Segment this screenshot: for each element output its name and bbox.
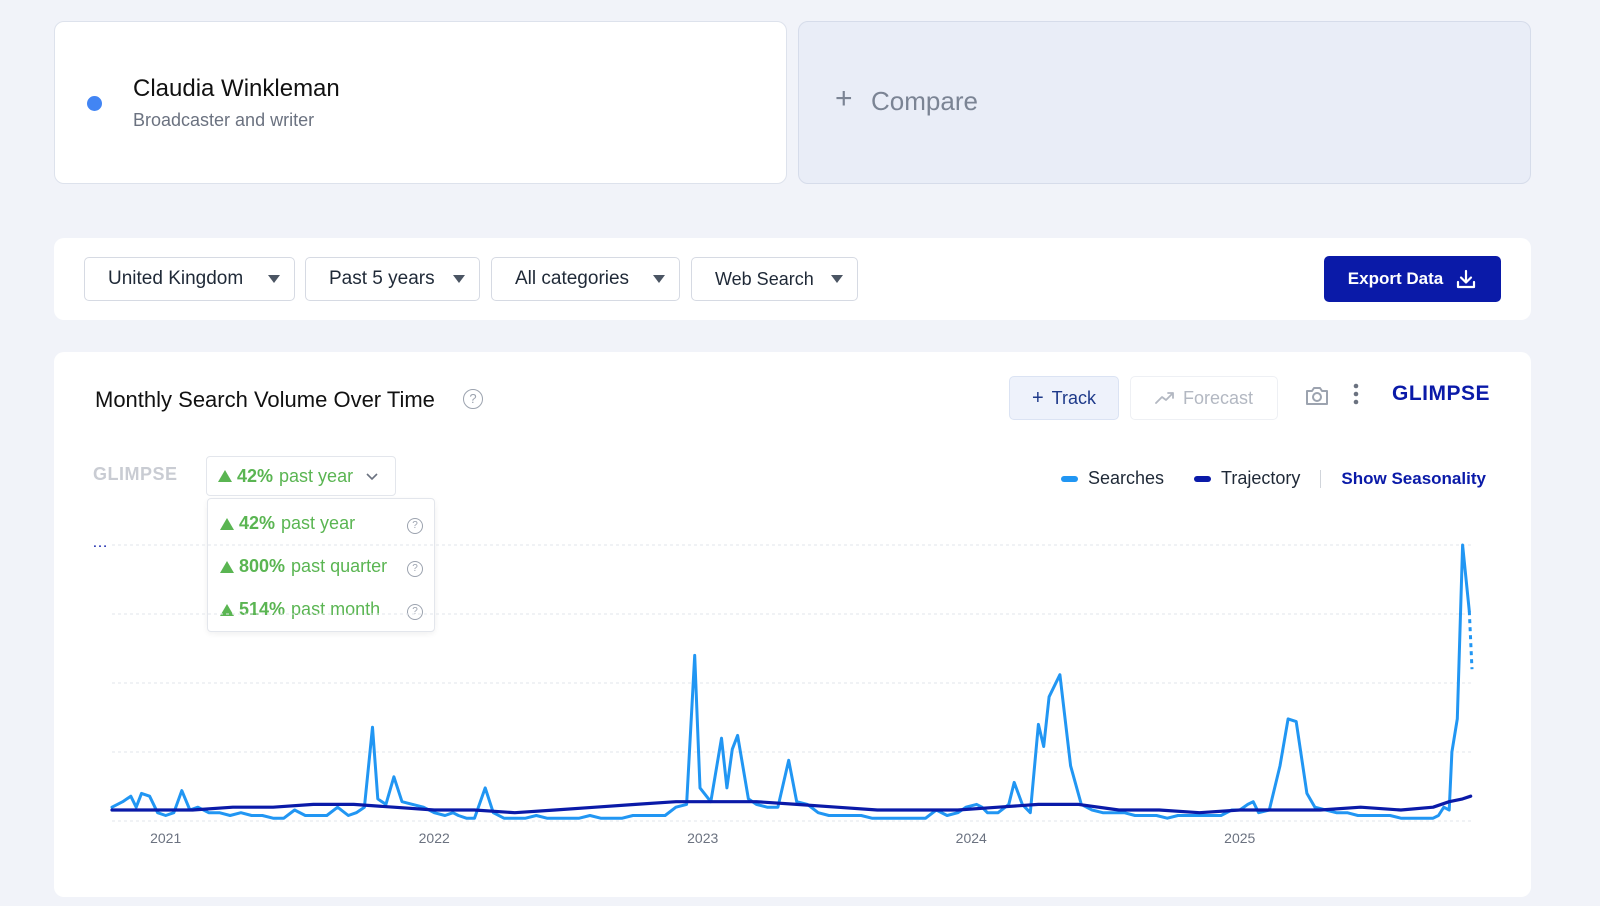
series-line-searches	[110, 543, 1471, 820]
x-tick-label: 2024	[956, 830, 987, 846]
caret-down-icon	[268, 275, 280, 283]
source-value: Web Search	[715, 268, 814, 289]
period-dropdown[interactable]: Past 5 years	[305, 257, 480, 301]
caret-down-icon	[831, 275, 843, 283]
x-tick-layer: 2021 2022 2023 2024 2025	[150, 830, 1255, 846]
category-dropdown[interactable]: All categories	[491, 257, 680, 301]
caret-down-icon	[453, 275, 465, 283]
compare-label: Compare	[871, 86, 978, 116]
series-line-trajectory	[110, 794, 1473, 815]
y-axis-ellipsis: …	[92, 534, 108, 551]
category-value: All categories	[515, 268, 630, 289]
filter-bar: United Kingdom Past 5 years All categori…	[54, 238, 1531, 320]
download-icon	[1457, 269, 1476, 289]
chart-card: Monthly Search Volume Over Time ? + Trac…	[54, 352, 1531, 897]
x-tick-label: 2021	[150, 830, 181, 846]
caret-down-icon	[653, 275, 665, 283]
line-chart: … 2021 2022 2023 2024 2025	[92, 534, 1474, 846]
x-tick-label: 2025	[1224, 830, 1255, 846]
term-color-dot	[87, 96, 102, 111]
export-label: Export Data	[1347, 269, 1444, 288]
series-layer	[110, 543, 1474, 820]
series-projection-searches	[1467, 611, 1474, 670]
export-data-button[interactable]: Export Data	[1324, 256, 1501, 302]
term-card: Claudia Winkleman Broadcaster and writer	[54, 21, 787, 184]
period-value: Past 5 years	[329, 268, 435, 289]
term-name: Claudia Winkleman	[133, 75, 340, 102]
grid-layer: …	[92, 534, 1473, 822]
x-tick-label: 2022	[419, 830, 450, 846]
source-dropdown[interactable]: Web Search	[691, 257, 858, 301]
compare-button[interactable]: + Compare	[798, 21, 1531, 184]
plus-icon: +	[835, 82, 853, 115]
x-tick-label: 2023	[687, 830, 718, 846]
region-value: United Kingdom	[108, 268, 244, 289]
region-dropdown[interactable]: United Kingdom	[84, 257, 295, 301]
term-subtitle: Broadcaster and writer	[133, 110, 315, 130]
